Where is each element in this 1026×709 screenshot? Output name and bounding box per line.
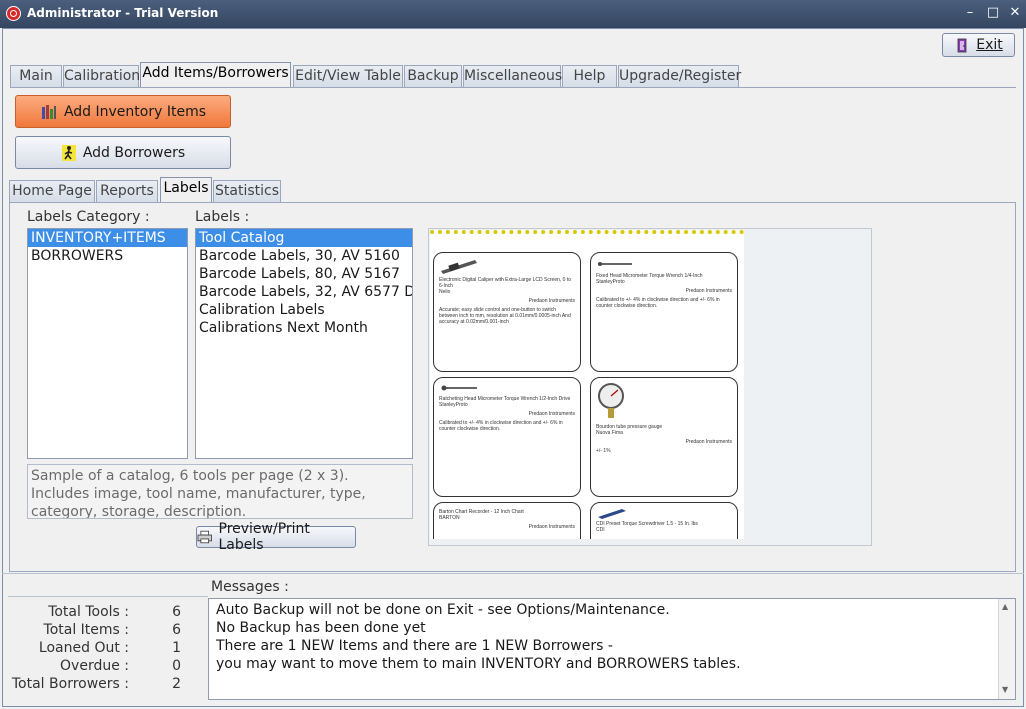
preview-page: Electronic Digital Caliper with Extra-La… [430,230,744,539]
message-line: Auto Backup will not be done on Exit - s… [216,602,670,618]
printer-icon [197,530,212,544]
ratchet-wrench-icon [441,385,477,391]
messages-box[interactable]: Auto Backup will not be done on Exit - s… [208,598,1016,700]
message-line: you may want to move them to main INVENT… [216,656,741,672]
app-icon [6,6,21,21]
add-borrowers-label: Add Borrowers [82,144,186,161]
catalog-card: Bourdon tube pressure gauge Nuova Fima P… [590,377,738,497]
tools-icon [41,104,56,119]
tab-main[interactable]: Main [10,65,62,87]
catalog-card: CDI Preset Torque Screwdriver 1.5 - 15 I… [590,502,738,539]
tab-home-page[interactable]: Home Page [9,180,95,202]
preview-print-label: Preview/Print Labels [218,521,310,553]
add-inventory-label: Add Inventory Items [63,103,207,120]
tab-edit-view-table[interactable]: Edit/View Table [293,65,403,87]
caliper-icon [441,260,477,274]
messages-header: Messages : [211,579,289,595]
screwdriver-icon [598,509,626,519]
stats-panel: Total Tools : 6 Total Items : 6 Loaned O… [5,603,181,693]
labels-category-header: Labels Category : [27,209,150,225]
tab-backup[interactable]: Backup [404,65,462,87]
preview-print-labels-button[interactable]: Preview/Print Labels [196,521,356,553]
tab-reports[interactable]: Reports [96,180,158,202]
catalog-card: Barton Chart Recorder - 12 Inch Chart BA… [433,502,581,539]
stat-row: Total Tools : 6 [48,604,181,620]
list-item[interactable]: Barcode Labels, 30, AV 5160 [196,247,412,265]
stat-row: Overdue : 0 [60,658,181,674]
exit-label: Exit [976,37,1003,53]
list-item[interactable]: INVENTORY+ITEMS [28,229,187,247]
catalog-card: Fixed Head Micrometer Torque Wrench 1/4-… [590,252,738,372]
tab-miscellaneous[interactable]: Miscellaneous [463,65,562,87]
scroll-down-icon[interactable]: ▼ [1002,685,1008,694]
list-item[interactable]: Barcode Labels, 80, AV 5167 [196,265,412,283]
tab-add-items-borrowers[interactable]: Add Items/Borrowers [140,62,291,87]
tab-statistics[interactable]: Statistics [213,180,281,202]
add-borrowers-button[interactable]: Add Borrowers [15,136,231,169]
maximize-icon[interactable]: □ [985,5,1001,21]
labels-list[interactable]: Tool Catalog Barcode Labels, 30, AV 5160… [195,228,413,459]
sub-tab-bar: Home Page Reports Labels Statistics [9,177,1016,203]
label-preview: Electronic Digital Caliper with Extra-La… [428,228,872,546]
window-title: Administrator - Trial Version [27,6,219,20]
tab-calibration[interactable]: Calibration [63,65,140,87]
message-line: No Backup has been done yet [216,620,426,636]
tab-upgrade-register[interactable]: Upgrade/Register [618,65,741,87]
list-item[interactable]: Calibrations Next Month [196,319,412,337]
stat-row: Total Items : 6 [43,622,181,638]
labels-header: Labels : [195,209,250,225]
minimize-icon[interactable]: – [962,5,978,21]
list-item[interactable]: Barcode Labels, 32, AV 6577 D [196,283,412,301]
list-item[interactable]: Tool Catalog [196,229,412,247]
exit-door-icon [957,38,967,53]
list-item[interactable]: Calibration Labels [196,301,412,319]
exit-button[interactable]: Exit [942,33,1015,57]
stat-row: Total Borrowers : 2 [11,676,181,692]
catalog-card: Electronic Digital Caliper with Extra-La… [433,252,581,372]
close-icon[interactable]: ✕ [1007,5,1023,21]
person-walking-icon [61,144,76,161]
scroll-up-icon[interactable]: ▲ [1002,602,1008,611]
stat-row: Loaned Out : 1 [38,640,181,656]
add-inventory-items-button[interactable]: Add Inventory Items [15,95,231,128]
messages-scrollbar[interactable]: ▲ ▼ [998,599,1015,699]
labels-category-list[interactable]: INVENTORY+ITEMS BORROWERS [27,228,188,459]
label-description: Sample of a catalog, 6 tools per page (2… [27,464,413,519]
list-item[interactable]: BORROWERS [28,247,187,265]
tab-labels[interactable]: Labels [160,177,212,202]
catalog-card: Ratcheting Head Micrometer Torque Wrench… [433,377,581,497]
stats-divider [8,596,208,597]
tab-help[interactable]: Help [562,65,617,87]
pressure-gauge-icon [598,383,624,418]
main-tab-bar: Main Calibration Add Items/Borrowers Edi… [10,62,1016,88]
torque-wrench-icon [598,262,632,266]
tab-divider [10,87,1016,88]
title-bar: Administrator - Trial Version – □ ✕ [0,0,1026,28]
message-line: There are 1 NEW Items and there are 1 NE… [216,638,613,654]
bottom-divider [2,573,1024,574]
